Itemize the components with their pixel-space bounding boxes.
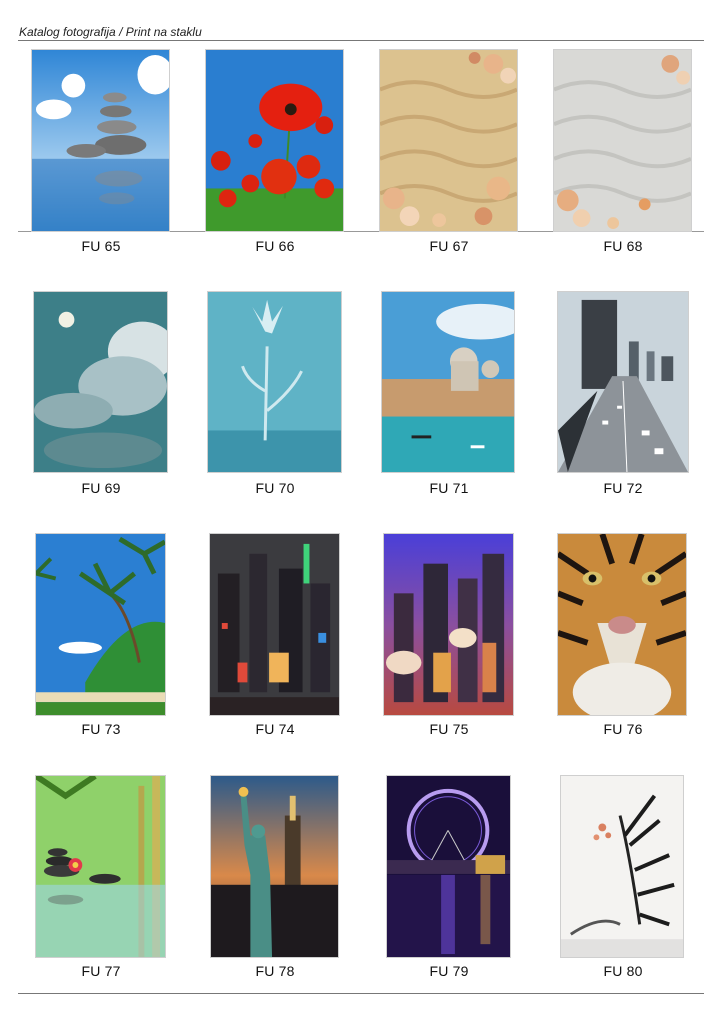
palm-beach-image[interactable]: [35, 533, 166, 716]
item-code: FU 75: [429, 721, 469, 737]
item-code: FU 71: [429, 480, 469, 496]
item-code: FU 69: [81, 480, 121, 496]
statue-of-liberty-image[interactable]: [210, 775, 339, 958]
night-city-painting-image[interactable]: [209, 533, 340, 716]
item-code: FU 72: [603, 480, 643, 496]
item-code: FU 68: [603, 238, 643, 254]
london-eye-image[interactable]: [386, 775, 511, 958]
item-code: FU 67: [429, 238, 469, 254]
bamboo-stones-image[interactable]: [35, 775, 166, 958]
item-code: FU 73: [81, 721, 121, 737]
moon-clouds-image[interactable]: [33, 291, 168, 473]
photo-grid: FU 65 FU 66 FU 67 FU 68 FU 69 FU 70 FU 7…: [0, 0, 723, 1024]
item-code: FU 79: [429, 963, 469, 979]
grey-sand-shells-image[interactable]: [553, 49, 692, 232]
water-flower-image[interactable]: [207, 291, 342, 473]
venice-image[interactable]: [381, 291, 515, 473]
item-code: FU 74: [255, 721, 295, 737]
item-code: FU 70: [255, 480, 295, 496]
item-code: FU 76: [603, 721, 643, 737]
item-code: FU 80: [603, 963, 643, 979]
tiger-image[interactable]: [557, 533, 687, 716]
sand-shells-image[interactable]: [379, 49, 518, 232]
highway-city-image[interactable]: [557, 291, 689, 473]
ink-bamboo-image[interactable]: [560, 775, 684, 958]
item-code: FU 66: [255, 238, 295, 254]
item-code: FU 78: [255, 963, 295, 979]
city-painting-image[interactable]: [383, 533, 514, 716]
item-code: FU 77: [81, 963, 121, 979]
poppies-image[interactable]: [205, 49, 344, 232]
item-code: FU 65: [81, 238, 121, 254]
zen-stones-image[interactable]: [31, 49, 170, 232]
